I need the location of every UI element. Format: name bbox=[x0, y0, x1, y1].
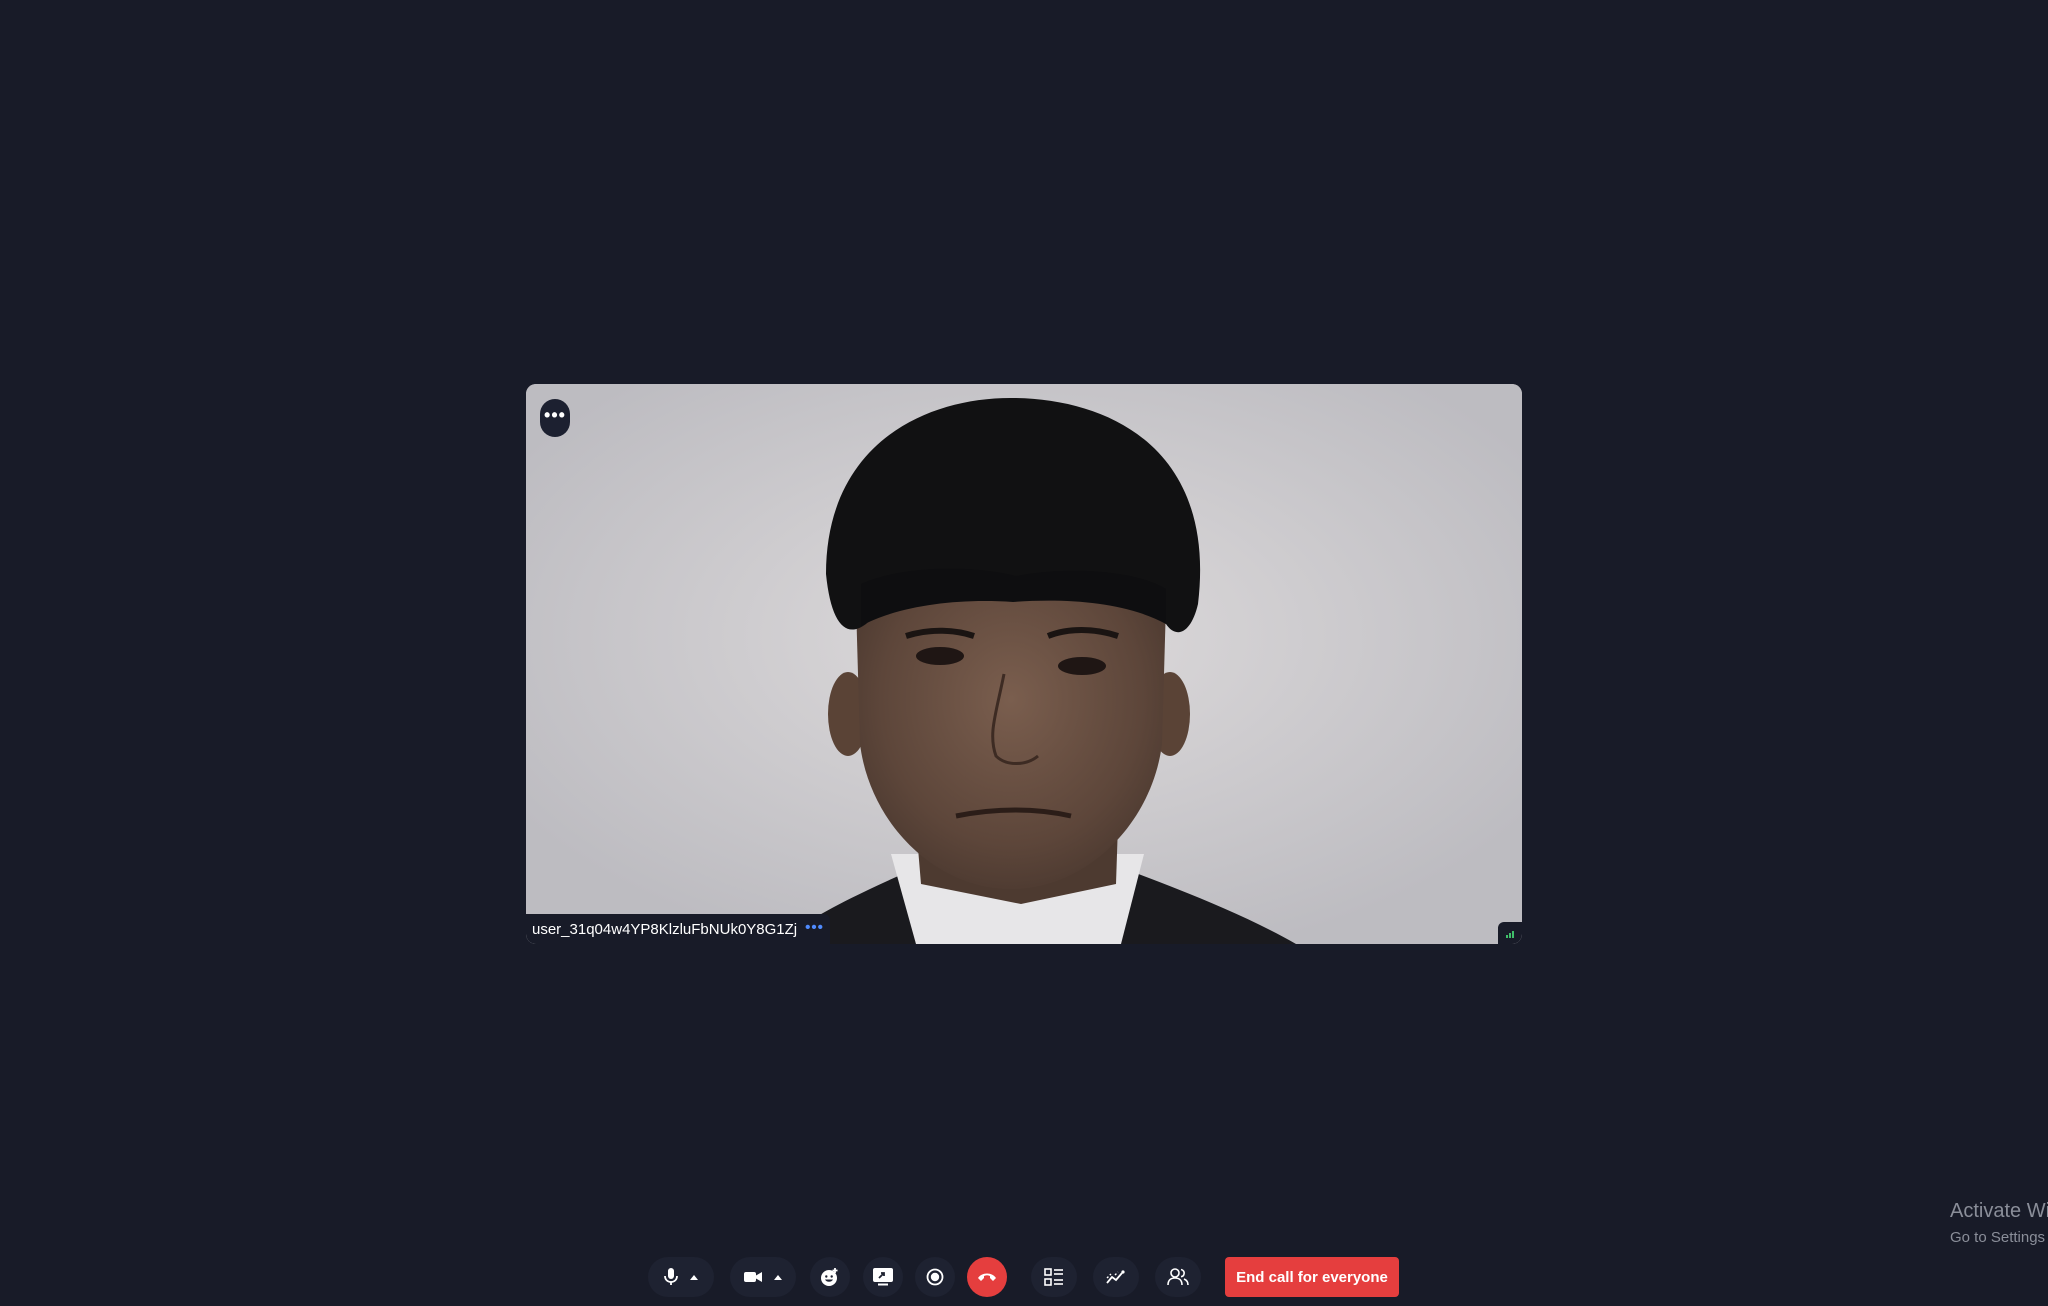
participants-button[interactable] bbox=[1155, 1257, 1201, 1297]
stats-icon bbox=[1106, 1270, 1125, 1284]
phone-hangup-icon bbox=[978, 1273, 996, 1281]
microphone-button[interactable] bbox=[648, 1257, 714, 1297]
chevron-up-icon[interactable] bbox=[690, 1274, 698, 1280]
participant-video-tile[interactable]: ••• user_31q04w4YP8KlzluFbNUk0Y8G1Zj ••• bbox=[526, 384, 1522, 944]
participant-video-feed bbox=[526, 384, 1522, 944]
stats-button[interactable] bbox=[1093, 1257, 1139, 1297]
watermark-line-1: Activate Wi bbox=[1950, 1200, 2048, 1222]
camera-button[interactable] bbox=[730, 1257, 796, 1297]
screen-share-button[interactable] bbox=[863, 1257, 903, 1297]
participant-name: user_31q04w4YP8KlzluFbNUk0Y8G1Zj bbox=[532, 920, 798, 938]
microphone-icon bbox=[664, 1268, 678, 1285]
call-controls-bar: End call for everyone bbox=[0, 1257, 2048, 1297]
end-call-for-everyone-button[interactable]: End call for everyone bbox=[1225, 1257, 1399, 1297]
record-icon bbox=[926, 1268, 944, 1286]
reactions-button[interactable] bbox=[810, 1257, 850, 1297]
screen-share-icon bbox=[873, 1268, 893, 1286]
participant-name-tag: user_31q04w4YP8KlzluFbNUk0Y8G1Zj ••• bbox=[526, 914, 830, 944]
layout-list-icon bbox=[1044, 1268, 1063, 1286]
windows-activation-watermark: Activate Wi Go to Settings bbox=[1950, 1200, 2048, 1246]
signal-bars-icon bbox=[1498, 922, 1522, 944]
people-icon bbox=[1167, 1268, 1189, 1286]
emoji-icon bbox=[821, 1268, 838, 1286]
video-camera-icon bbox=[744, 1272, 762, 1282]
leave-call-button[interactable] bbox=[967, 1257, 1007, 1297]
tile-options-button[interactable]: ••• bbox=[540, 399, 570, 437]
chevron-up-icon[interactable] bbox=[774, 1274, 782, 1280]
call-stage: ••• user_31q04w4YP8KlzluFbNUk0Y8G1Zj •••… bbox=[0, 0, 2048, 1306]
participant-options-icon[interactable]: ••• bbox=[805, 919, 824, 936]
layout-button[interactable] bbox=[1031, 1257, 1077, 1297]
record-button[interactable] bbox=[915, 1257, 955, 1297]
watermark-line-2: Go to Settings bbox=[1950, 1229, 2046, 1246]
more-horizontal-icon: ••• bbox=[544, 405, 566, 425]
